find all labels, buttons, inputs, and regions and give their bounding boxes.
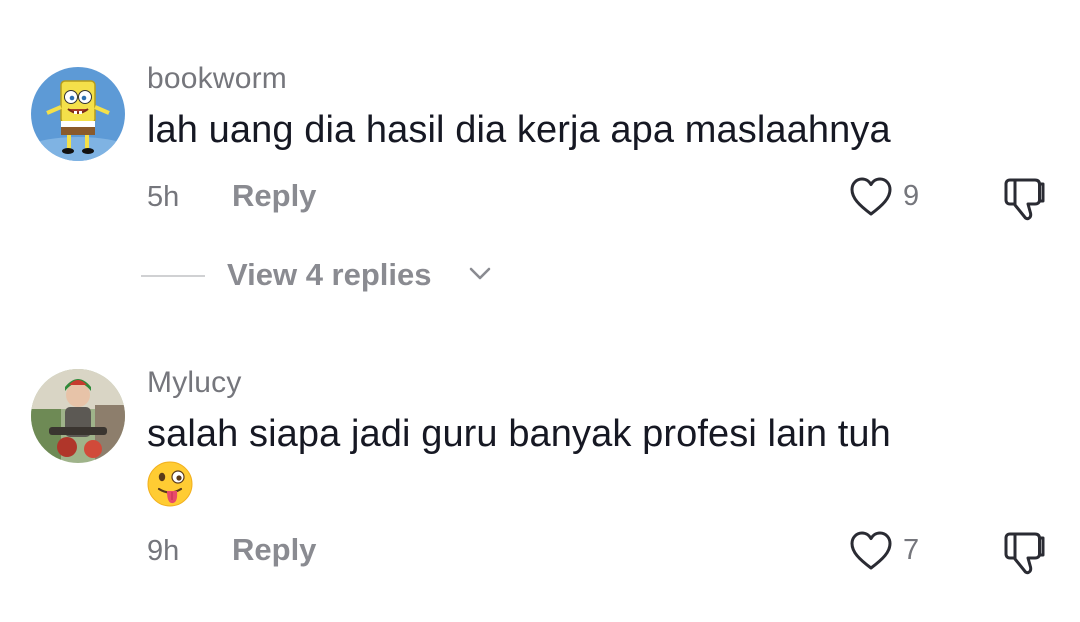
like-count: 9 (903, 180, 920, 212)
username[interactable]: bookworm (147, 62, 287, 96)
comment-text: lah uang dia hasil dia kerja apa maslaah… (147, 109, 891, 151)
chevron-down-icon (469, 267, 491, 280)
thumbs-down-icon (1004, 532, 1045, 575)
like-button[interactable]: 7 (849, 530, 949, 574)
divider-line (141, 275, 205, 277)
avatar[interactable] (31, 67, 125, 161)
dislike-button[interactable] (1001, 530, 1047, 576)
view-replies-row[interactable]: View 4 replies (141, 255, 561, 299)
view-replies-button[interactable]: View 4 replies (227, 257, 432, 293)
dislike-button[interactable] (1001, 176, 1047, 222)
reply-button[interactable]: Reply (232, 178, 316, 214)
heart-icon (850, 177, 892, 216)
winking-face-with-tongue-icon (147, 461, 193, 507)
reply-button[interactable]: Reply (232, 532, 316, 568)
spongebob-avatar-icon (31, 67, 125, 161)
comment-item: bookworm lah uang dia hasil dia kerja ap… (0, 0, 1080, 330)
thumbs-down-icon (1004, 178, 1045, 221)
username[interactable]: Mylucy (147, 366, 242, 400)
like-count: 7 (903, 534, 920, 566)
timestamp: 9h (147, 535, 180, 567)
comment-text: salah siapa jadi guru banyak profesi lai… (147, 413, 891, 455)
like-button[interactable]: 9 (849, 176, 949, 220)
heart-icon (850, 531, 892, 570)
comment-item: Mylucy salah siapa jadi guru banyak prof… (0, 330, 1080, 622)
timestamp: 5h (147, 181, 180, 213)
avatar[interactable] (31, 369, 125, 463)
photo-avatar-icon (31, 369, 125, 463)
